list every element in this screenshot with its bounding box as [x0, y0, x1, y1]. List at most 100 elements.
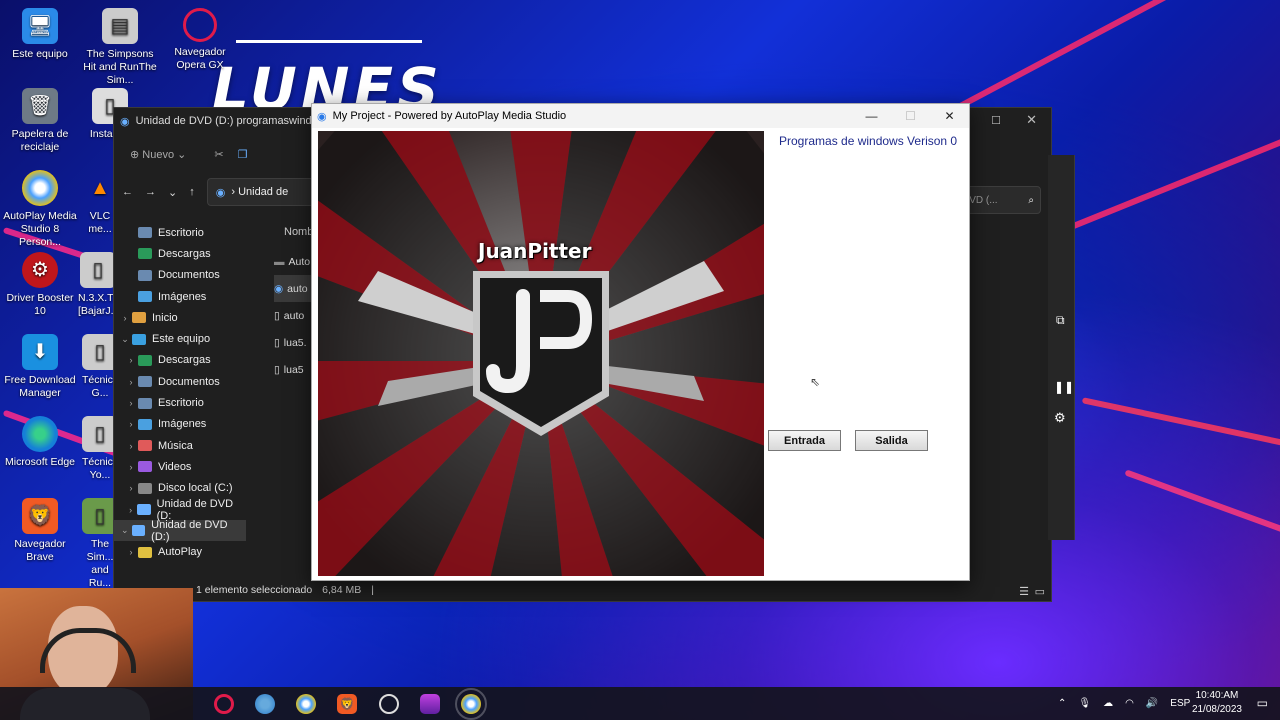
desktop-icon-autoplay[interactable]: AutoPlay Media Studio 8 Person... — [0, 170, 80, 249]
sidebar-item[interactable]: › Inicio — [114, 307, 246, 328]
file-row[interactable]: ◉ auto — [274, 275, 314, 302]
history-chevron-icon[interactable]: ⌄ — [168, 186, 177, 199]
sidebar-item[interactable]: Escritorio — [114, 222, 246, 243]
restore-icon[interactable]: ⧉ — [1056, 313, 1065, 328]
autoplay-titlebar[interactable]: ◉ My Project - Powered by AutoPlay Media… — [312, 104, 969, 128]
sidebar-item[interactable]: Documentos — [114, 265, 246, 286]
autoplay-content: JuanPitter Programas de windows Verison … — [312, 128, 969, 580]
sidebar-item[interactable]: ⌄ Unidad de DVD (D:) — [114, 519, 246, 543]
file-name: lua5. — [283, 336, 307, 349]
close-icon[interactable]: ✕ — [930, 109, 969, 123]
navigation-pane: Escritorio Descargas Documentos Imágenes › In… — [114, 222, 246, 582]
desktop-icon-opera-gx[interactable]: Navegador Opera GX — [160, 8, 240, 72]
sidebar-item[interactable]: › AutoPlay — [114, 541, 246, 562]
settings-gear-icon[interactable]: ⚙ — [1054, 410, 1066, 426]
chevron-icon[interactable]: › — [124, 377, 138, 387]
pause-icon[interactable]: ❚❚ — [1054, 380, 1074, 394]
details-view-icon[interactable]: ☰ — [1019, 585, 1029, 598]
sidebar-item[interactable]: › Videos — [114, 456, 246, 477]
sidebar-item[interactable]: › Escritorio — [114, 392, 246, 413]
maximize-icon[interactable]: ☐ — [991, 114, 1001, 127]
desktop-icon-edge[interactable]: Microsoft Edge — [0, 416, 80, 469]
desktop-icon-fdm[interactable]: ⬇ Free Download Manager — [0, 334, 80, 400]
chevron-icon[interactable]: › — [124, 441, 138, 451]
desktop-icon-driver-booster[interactable]: ⚙ Driver Booster 10 — [0, 252, 80, 318]
close-icon[interactable]: ✕ — [1026, 112, 1037, 128]
forward-arrow-icon[interactable]: → — [145, 186, 156, 198]
chevron-icon[interactable]: › — [124, 419, 138, 429]
chevron-icon[interactable]: ⌄ — [118, 334, 132, 345]
file-row[interactable]: ▯ auto — [274, 302, 314, 329]
sidebar-item[interactable]: › Música — [114, 435, 246, 456]
file-icon: ▯ — [274, 309, 280, 322]
cut-icon[interactable]: ✂ — [214, 148, 223, 161]
download-manager-icon: ⬇ — [22, 334, 58, 370]
chevron-icon[interactable]: › — [124, 398, 138, 408]
clock[interactable]: 10:40:AM 21/08/2023 — [1192, 689, 1242, 717]
folder-icon — [138, 269, 152, 281]
wifi-icon[interactable]: ◠ — [1125, 698, 1134, 709]
chevron-icon[interactable]: ⌄ — [118, 525, 132, 536]
sidebar-item-label: Descargas — [158, 354, 211, 367]
browser-globe-icon[interactable] — [255, 694, 275, 714]
folder-icon — [138, 546, 152, 558]
address-bar[interactable]: ◉ › Unidad de — [206, 178, 325, 206]
chevron-icon[interactable]: › — [124, 355, 138, 365]
chevron-icon[interactable]: › — [124, 483, 138, 493]
tiles-view-icon[interactable]: ▭ — [1035, 585, 1045, 598]
archive-icon: ▤ — [102, 8, 138, 44]
sidebar-item[interactable]: › Unidad de DVD (D: — [114, 498, 246, 522]
language-indicator[interactable]: ESP — [1170, 698, 1190, 709]
file-row[interactable]: ▯ lua5 — [274, 356, 314, 383]
entrada-button[interactable]: Entrada — [768, 430, 841, 451]
notification-icon[interactable]: ▭ — [1257, 696, 1268, 710]
desktop-icon-n3xt[interactable]: ▯ N.3.X.T... [BajarJ... — [78, 252, 121, 318]
autoplay-disc-icon — [22, 170, 58, 206]
maximize-icon[interactable]: ☐ — [891, 109, 930, 123]
folder-icon — [138, 440, 152, 452]
file-row[interactable]: ▯ lua5. — [274, 329, 314, 356]
search-icon: ⌕ — [1028, 194, 1034, 206]
folder-icon — [138, 397, 152, 409]
file-row[interactable]: ▬ Auto — [274, 248, 314, 275]
folder-icon — [138, 376, 152, 388]
sidebar-item[interactable]: Imágenes — [114, 286, 246, 307]
sidebar-item[interactable]: › Disco local (C:) — [114, 478, 246, 499]
folder-icon — [132, 333, 146, 345]
autoplay-project-icon[interactable] — [455, 688, 487, 720]
volume-icon[interactable]: 🔊 — [1146, 698, 1158, 709]
sidebar-item[interactable]: › Imágenes — [114, 414, 246, 435]
chevron-icon[interactable]: › — [124, 547, 138, 557]
sidebar-item[interactable]: › Descargas — [114, 350, 246, 371]
opera-gx-icon[interactable] — [214, 694, 234, 714]
autoplay-window[interactable]: ◉ My Project - Powered by AutoPlay Media… — [311, 103, 970, 581]
sidebar-item[interactable]: Descargas — [114, 243, 246, 264]
sidebar-item-label: Documentos — [158, 375, 220, 388]
brave-lion-icon[interactable]: 🦁 — [337, 694, 357, 714]
show-hidden-icons-chevron-icon[interactable]: ⌃ — [1058, 698, 1066, 709]
copy-icon[interactable]: ❐ — [238, 148, 248, 161]
desktop-icon-este-equipo[interactable]: 🖥 Este equipo — [0, 8, 80, 61]
recycle-bin-icon: 🗑 — [22, 88, 58, 124]
edge-icon — [22, 416, 58, 452]
up-arrow-icon[interactable]: ↑ — [189, 186, 195, 198]
salida-button[interactable]: Salida — [855, 430, 928, 451]
onedrive-cloud-icon[interactable]: ☁ — [1103, 698, 1113, 709]
autoplay-disc-icon[interactable] — [296, 694, 316, 714]
back-arrow-icon[interactable]: ← — [122, 186, 133, 198]
desktop-icon-brave[interactable]: 🦁 Navegador Brave — [0, 498, 80, 564]
desktop-icon-simpsons[interactable]: ▤ The Simpsons Hit and RunThe Sim... — [80, 8, 160, 87]
sidebar-item[interactable]: ⌄ Este equipo — [114, 328, 246, 349]
video-editor-icon[interactable] — [420, 694, 440, 714]
new-button[interactable]: ⊕ Nuevo ⌄ — [130, 148, 186, 161]
desktop-icon-papelera[interactable]: 🗑 Papelera de reciclaje — [0, 88, 80, 154]
sidebar-item[interactable]: › Documentos — [114, 371, 246, 392]
chevron-icon[interactable]: › — [124, 462, 138, 472]
minimize-icon[interactable]: — — [852, 109, 891, 123]
chevron-icon[interactable]: › — [118, 313, 132, 323]
chevron-icon[interactable]: › — [124, 505, 137, 515]
clock-app-icon[interactable] — [379, 694, 399, 714]
sidebar-item-label: Disco local (C:) — [158, 482, 233, 495]
column-header-name[interactable]: Nomb — [284, 226, 313, 238]
microphone-icon[interactable]: 🎙 — [1078, 698, 1091, 709]
